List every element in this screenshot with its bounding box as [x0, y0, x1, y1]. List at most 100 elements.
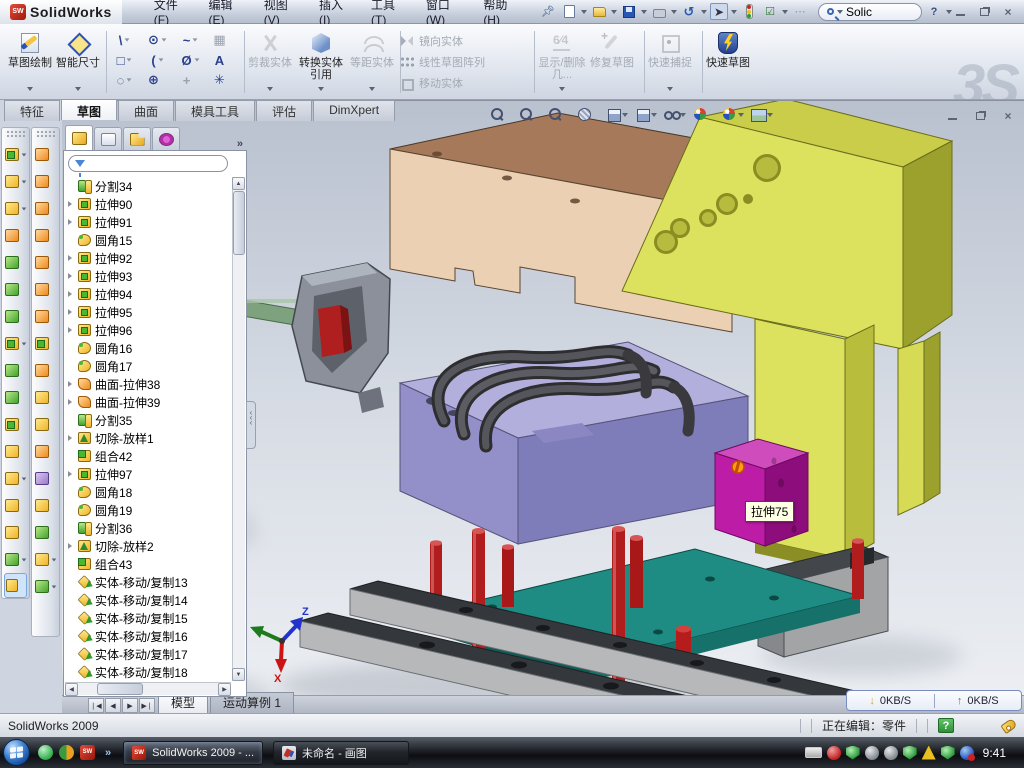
- sketch-entity-button[interactable]: ✳: [207, 70, 240, 90]
- overflow-toolbar-icon[interactable]: ⋯: [791, 3, 809, 20]
- surfaces-toolbar-button[interactable]: [32, 438, 59, 465]
- expand-arrow-icon[interactable]: [68, 201, 72, 207]
- scroll-thumb[interactable]: [233, 191, 245, 255]
- features-toolbar-button[interactable]: [2, 168, 29, 195]
- feature-tree-item[interactable]: 拉伸96: [66, 321, 231, 339]
- feature-tree-item[interactable]: 曲面-拉伸39: [66, 393, 231, 411]
- new-document-icon[interactable]: [560, 3, 578, 20]
- feature-tree-item[interactable]: 拉伸93: [66, 267, 231, 285]
- expand-arrow-icon[interactable]: [68, 309, 72, 315]
- feature-tree-item[interactable]: 分割34: [66, 177, 231, 195]
- rebuild-traffic-light-icon[interactable]: [740, 3, 758, 20]
- feature-tree-item[interactable]: 圆角17: [66, 357, 231, 375]
- tab-propertymanager[interactable]: [94, 127, 122, 150]
- tray-icon[interactable]: [922, 746, 936, 760]
- search-value[interactable]: Solic: [846, 5, 872, 19]
- tab-nav-button[interactable]: ▶: [122, 698, 138, 713]
- feature-tree-item[interactable]: 拉伸92: [66, 249, 231, 267]
- features-toolbar-button[interactable]: [2, 492, 29, 519]
- surfaces-toolbar-button[interactable]: [32, 330, 59, 357]
- scroll-up-icon[interactable]: ▲: [232, 177, 245, 190]
- feature-tree-item[interactable]: 实体-移动/复制16: [66, 627, 231, 645]
- sketch-modify-button[interactable]: 线性草图阵列: [400, 51, 530, 72]
- expand-arrow-icon[interactable]: [68, 327, 72, 333]
- expand-arrow-icon[interactable]: [68, 291, 72, 297]
- start-button[interactable]: [3, 739, 30, 766]
- features-toolbar-button[interactable]: [2, 141, 29, 168]
- taskbar-window-button[interactable]: 未命名 - 画图: [273, 741, 409, 765]
- sketch-entity-button[interactable]: ~: [174, 30, 207, 50]
- expand-arrow-icon[interactable]: [68, 543, 72, 549]
- select-icon[interactable]: ➤: [710, 3, 728, 20]
- features-toolbar-button[interactable]: [2, 438, 29, 465]
- repair-sketch-button[interactable]: 修复草图: [588, 28, 636, 94]
- tab-dimxpertmanager[interactable]: [152, 127, 180, 150]
- sketch-entity-button[interactable]: ▦: [207, 30, 240, 50]
- tag-icon[interactable]: [1000, 717, 1017, 733]
- surfaces-toolbar-button[interactable]: [32, 573, 59, 600]
- restore-button[interactable]: [976, 5, 992, 19]
- quick-launch-icon[interactable]: [38, 745, 53, 760]
- panel-overflow-chevron[interactable]: »: [237, 138, 243, 150]
- doc-close-button[interactable]: ×: [1000, 109, 1016, 123]
- tree-vertical-scrollbar[interactable]: ▲ ▼: [232, 177, 245, 681]
- hud-icon[interactable]: [664, 107, 686, 122]
- search-box[interactable]: Solic: [818, 3, 922, 21]
- expand-arrow-icon[interactable]: [68, 471, 72, 477]
- expand-arrow-icon[interactable]: [68, 435, 72, 441]
- trim-entities-button[interactable]: 剪裁实体: [246, 28, 294, 94]
- features-toolbar-button[interactable]: [2, 384, 29, 411]
- tray-icon[interactable]: [827, 746, 841, 760]
- quick-launch-icon[interactable]: [59, 745, 74, 760]
- surfaces-toolbar-button[interactable]: [32, 384, 59, 411]
- options-list-icon[interactable]: ☑︎: [761, 3, 779, 20]
- tab-nav-button[interactable]: ❘◀: [88, 698, 104, 713]
- hud-icon[interactable]: [693, 107, 715, 122]
- features-toolbar-button[interactable]: [2, 546, 29, 573]
- sketch-entity-button[interactable]: (: [141, 50, 174, 70]
- tree-filter-input[interactable]: [68, 155, 228, 172]
- surfaces-toolbar-button[interactable]: [32, 519, 59, 546]
- sketch-entity-button[interactable]: ⊕: [141, 70, 174, 90]
- sketch-button[interactable]: 草图绘制: [6, 28, 54, 94]
- expand-arrow-icon[interactable]: [68, 273, 72, 279]
- expand-arrow-icon[interactable]: [68, 255, 72, 261]
- hud-icon[interactable]: [577, 107, 599, 122]
- pin-icon[interactable]: 📌︎: [539, 3, 557, 20]
- tray-icon[interactable]: [846, 746, 860, 760]
- print-icon[interactable]: [650, 3, 668, 20]
- feature-tree-item[interactable]: 分割36: [66, 519, 231, 537]
- sketch-entity-button[interactable]: Ø: [174, 50, 207, 70]
- hud-icon[interactable]: [722, 107, 744, 122]
- scroll-right-icon[interactable]: ▶: [218, 683, 231, 696]
- hud-icon[interactable]: [751, 107, 773, 122]
- close-button[interactable]: ×: [1000, 5, 1016, 19]
- hud-icon[interactable]: [548, 107, 570, 122]
- surfaces-toolbar-button[interactable]: [32, 492, 59, 519]
- sketch-entity-button[interactable]: \: [108, 30, 141, 50]
- surfaces-toolbar-button[interactable]: [32, 222, 59, 249]
- features-toolbar-button[interactable]: [2, 330, 29, 357]
- quick-snaps-button[interactable]: 快速捕捉: [646, 28, 694, 94]
- feature-tree-item[interactable]: 圆角19: [66, 501, 231, 519]
- surfaces-toolbar-button[interactable]: [32, 195, 59, 222]
- feature-tree-item[interactable]: 曲面-拉伸38: [66, 375, 231, 393]
- sketch-entity-button[interactable]: A: [207, 50, 240, 70]
- expand-arrow-icon[interactable]: [68, 381, 72, 387]
- toolbar-grip[interactable]: [6, 130, 25, 139]
- sketch-modify-button[interactable]: 镜向实体: [400, 30, 530, 51]
- expand-arrow-icon[interactable]: [68, 219, 72, 225]
- surfaces-toolbar-button[interactable]: [32, 411, 59, 438]
- command-tab[interactable]: 特征: [4, 100, 60, 121]
- search-caret-icon[interactable]: [837, 10, 843, 14]
- hud-icon[interactable]: [519, 107, 541, 122]
- feature-tree-item[interactable]: 拉伸94: [66, 285, 231, 303]
- feature-tree-item[interactable]: 实体-移动/复制14: [66, 591, 231, 609]
- minimize-button[interactable]: [952, 5, 968, 19]
- command-tab[interactable]: 模具工具: [175, 100, 255, 121]
- feature-tree-item[interactable]: 实体-移动/复制13: [66, 573, 231, 591]
- feature-tree-item[interactable]: 拉伸91: [66, 213, 231, 231]
- feature-tree-item[interactable]: 圆角18: [66, 483, 231, 501]
- feature-tree-item[interactable]: 切除-放样2: [66, 537, 231, 555]
- tray-icon[interactable]: [941, 746, 955, 760]
